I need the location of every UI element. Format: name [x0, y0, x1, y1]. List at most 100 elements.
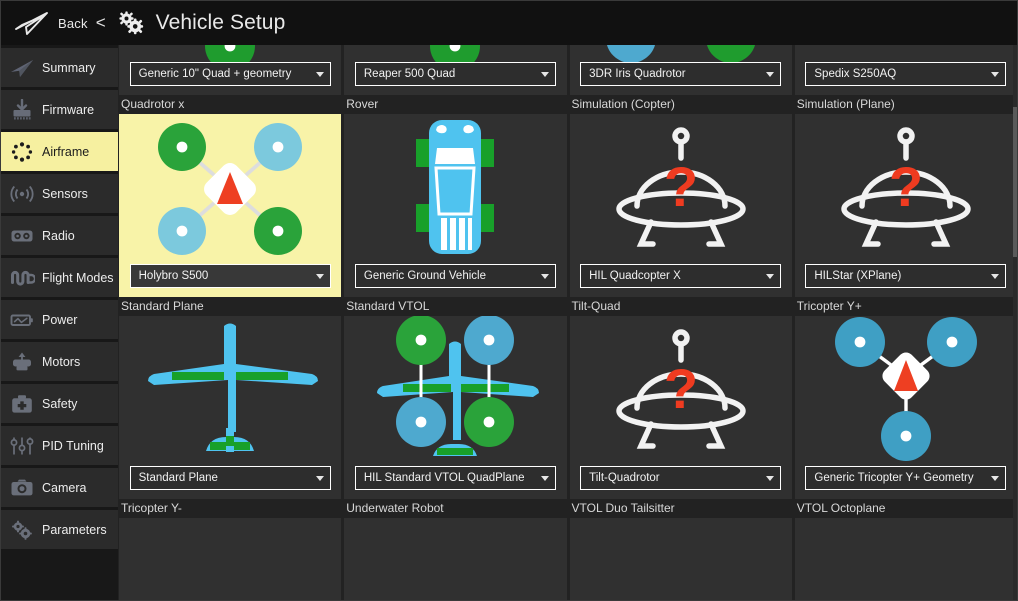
airframe-cell[interactable]: VTOL Duo Tailsitter	[568, 499, 794, 600]
sidebar-item-label: PID Tuning	[42, 438, 104, 453]
gears-icon	[9, 518, 35, 542]
airframe-select[interactable]: HILStar (XPlane)	[805, 264, 1007, 288]
airframe-card[interactable]	[794, 518, 1017, 600]
sidebar-item-pid-tuning[interactable]: PID Tuning	[1, 426, 118, 465]
airframe-select[interactable]: Spedix S250AQ	[805, 62, 1007, 86]
airframe-cell[interactable]: Underwater Robot	[343, 499, 569, 600]
airframe-select-value: HIL Standard VTOL QuadPlane	[363, 472, 525, 484]
airframe-select[interactable]: Standard Plane	[129, 466, 331, 490]
airframe-cell[interactable]: Quadrotor Asym	[794, 45, 1017, 95]
chevron-down-icon[interactable]	[991, 475, 1000, 481]
svg-text:?: ?	[664, 155, 698, 218]
airframe-cell[interactable]: Simulation (Plane) ? HILStar (XPlane)	[793, 95, 1017, 297]
airframe-row: Tricopter Y- Underwater Robot VTOL Duo T…	[118, 499, 1017, 600]
airframe-card[interactable]: Generic Ground Vehicle	[344, 114, 567, 297]
airframe-select-value: Generic Ground Vehicle	[363, 270, 486, 282]
chevron-down-icon[interactable]	[766, 475, 775, 481]
quad-v-illustration	[570, 45, 792, 62]
flight-modes-icon	[9, 266, 35, 290]
airframe-select[interactable]: Generic Tricopter Y+ Geometry	[805, 466, 1007, 490]
airframe-select-value: Tilt-Quadrotor	[589, 472, 660, 484]
airframe-cell[interactable]: Standard VTOL HIL Standard VTOL QuadPlan…	[343, 297, 569, 499]
ufo-unknown-illustration: ?	[795, 45, 1017, 62]
chevron-down-icon[interactable]	[540, 273, 549, 279]
airframe-select[interactable]: HIL Standard VTOL QuadPlane	[354, 466, 556, 490]
chevron-down-icon[interactable]	[315, 273, 324, 279]
chevron-down-icon[interactable]	[540, 475, 549, 481]
scrollbar-thumb[interactable]	[1013, 107, 1017, 257]
gears-icon	[116, 10, 144, 36]
sidebar-item-power[interactable]: Power	[1, 300, 118, 339]
chevron-down-icon[interactable]	[315, 475, 324, 481]
sidebar-item-motors[interactable]: Motors	[1, 342, 118, 381]
airframe-cell[interactable]: Quadrotor Wide	[343, 45, 568, 95]
airframe-cell-label: Rover	[343, 95, 569, 114]
app-header: Back < Vehicle Setup	[1, 1, 1017, 45]
sidebar-item-firmware[interactable]: Firmware	[1, 90, 118, 129]
sidebar-item-label: Flight Modes	[42, 270, 114, 285]
airframe-card[interactable]	[569, 518, 792, 600]
airframe-cell[interactable]: Quadrotor +	[569, 45, 794, 95]
airframe-cell[interactable]: Quadrotor H	[118, 45, 343, 95]
airframe-grid-panel[interactable]: Quadrotor H	[118, 45, 1017, 600]
airframe-card[interactable]: 3DR Iris Quadrotor	[569, 45, 792, 95]
airframe-cell[interactable]: VTOL Octoplane	[793, 499, 1017, 600]
sidebar-item-parameters[interactable]: Parameters	[1, 510, 118, 549]
airframe-cell[interactable]: Standard Plane Standard Plane	[118, 297, 344, 499]
sidebar-item-summary[interactable]: Summary	[1, 48, 118, 87]
vertical-scrollbar[interactable]	[1013, 45, 1017, 600]
airframe-cell[interactable]: Tilt-Quad ? Tilt-Quadrotor	[568, 297, 794, 499]
sidebar-item-radio[interactable]: Radio	[1, 216, 118, 255]
chevron-down-icon[interactable]	[991, 71, 1000, 77]
chevron-down-icon[interactable]	[315, 71, 324, 77]
airframe-select[interactable]: Generic Ground Vehicle	[354, 264, 556, 288]
airframe-cell[interactable]: Tricopter Y-	[118, 499, 344, 600]
airframe-cell-label: Standard Plane	[118, 297, 344, 316]
airframe-cell-label: Simulation (Plane)	[793, 95, 1017, 114]
plane-illustration	[119, 316, 341, 466]
airframe-select-value: Generic Tricopter Y+ Geometry	[814, 472, 974, 484]
download-chip-icon	[9, 98, 35, 122]
chevron-down-icon[interactable]	[766, 71, 775, 77]
airframe-card[interactable]: Generic 10" Quad + geometry	[119, 45, 342, 95]
sidebar-item-safety[interactable]: Safety	[1, 384, 118, 423]
airframe-cell-label: Standard VTOL	[343, 297, 569, 316]
airframe-select[interactable]: Reaper 500 Quad	[354, 62, 556, 86]
chevron-down-icon[interactable]	[991, 273, 1000, 279]
airframe-card[interactable]: Generic Tricopter Y+ Geometry	[794, 316, 1017, 499]
airframe-cell[interactable]: Quadrotor x Holybro S500	[118, 95, 344, 297]
airframe-select[interactable]: Tilt-Quadrotor	[580, 466, 782, 490]
airframe-card[interactable]: Standard Plane	[119, 316, 342, 499]
underwater-robot-illustration	[344, 518, 566, 600]
sidebar-item-camera[interactable]: Camera	[1, 468, 118, 507]
airframe-card-selected[interactable]: Holybro S500	[119, 114, 342, 297]
sidebar-item-label: Safety	[42, 396, 78, 411]
airframe-cell[interactable]: Rover Generic Ground Vehicle	[343, 95, 569, 297]
back-button[interactable]: Back	[58, 16, 88, 31]
sidebar-item-label: Radio	[42, 228, 75, 243]
airframe-select[interactable]: Holybro S500	[129, 264, 331, 288]
airframe-select[interactable]: 3DR Iris Quadrotor	[580, 62, 782, 86]
sidebar-item-label: Power	[42, 312, 78, 327]
airframe-card[interactable]: ? HILStar (XPlane)	[794, 114, 1017, 297]
sidebar-item-flight-modes[interactable]: Flight Modes	[1, 258, 118, 297]
sidebar-item-airframe[interactable]: Airframe	[1, 132, 118, 171]
airframe-card[interactable]: ? Tilt-Quadrotor	[569, 316, 792, 499]
airframe-cell[interactable]: Tricopter Y+ Generic Tricopter Y+ Geomet…	[793, 297, 1017, 499]
airframe-card[interactable]: HIL Standard VTOL QuadPlane	[344, 316, 567, 499]
airframe-select[interactable]: Generic 10" Quad + geometry	[129, 62, 331, 86]
airframe-card[interactable]: Reaper 500 Quad	[344, 45, 567, 95]
chevron-down-icon[interactable]	[766, 273, 775, 279]
airframe-card[interactable]: ? Spedix S250AQ	[794, 45, 1017, 95]
quad-wide-illustration	[344, 45, 566, 62]
chevron-down-icon[interactable]	[540, 71, 549, 77]
airframe-card[interactable]	[119, 518, 342, 600]
paper-plane-icon[interactable]	[13, 10, 51, 36]
airframe-select[interactable]: HIL Quadcopter X	[580, 264, 782, 288]
airframe-row: Quadrotor x Holybro S500 Rover Generic G…	[118, 95, 1017, 297]
airframe-card[interactable]: ? HIL Quadcopter X	[569, 114, 792, 297]
airframe-card[interactable]	[344, 518, 567, 600]
vtol-octoplane-illustration	[795, 518, 1017, 600]
airframe-cell[interactable]: Simulation (Copter) ? HIL Quadcopter X	[568, 95, 794, 297]
sidebar-item-sensors[interactable]: Sensors	[1, 174, 118, 213]
